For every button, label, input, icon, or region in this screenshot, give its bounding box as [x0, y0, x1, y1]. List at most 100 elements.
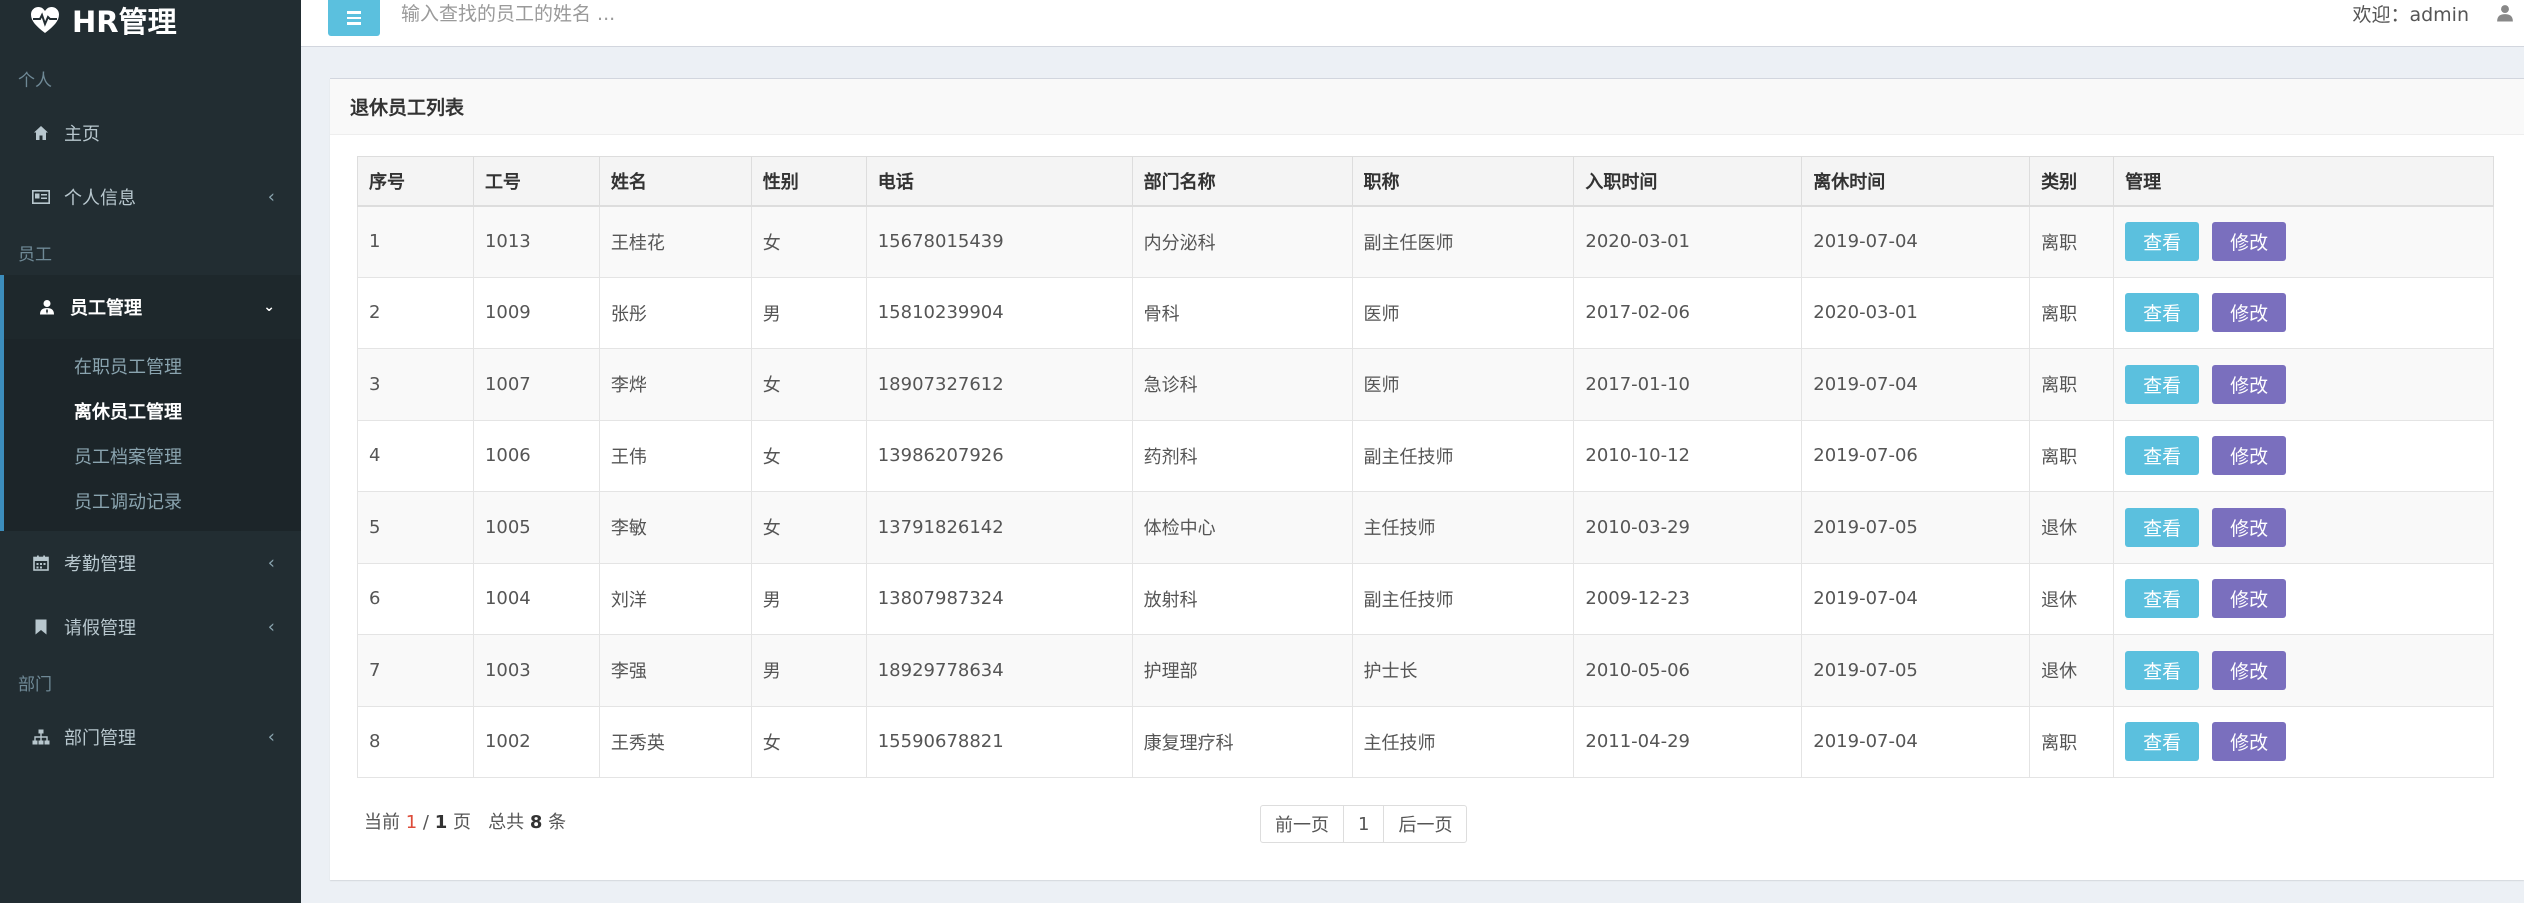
- view-button[interactable]: 查看: [2125, 222, 2200, 261]
- user-tie-icon: [38, 298, 56, 316]
- table-cell: 内分泌科: [1131, 205, 1353, 278]
- page-1-button[interactable]: 1: [1343, 805, 1385, 843]
- sidebar-item-personal-info[interactable]: 个人信息 ‹: [0, 165, 301, 229]
- table-cell: 2010-03-29: [1573, 491, 1803, 564]
- table-cell: 急诊科: [1131, 348, 1353, 421]
- view-button[interactable]: 查看: [2125, 722, 2200, 762]
- view-button[interactable]: 查看: [2125, 579, 2200, 619]
- table-cell: 2017-02-06: [1573, 276, 1803, 349]
- table-cell: 体检中心: [1131, 491, 1353, 564]
- table-cell: 15678015439: [865, 205, 1133, 278]
- view-button[interactable]: 查看: [2125, 364, 2200, 404]
- table-cell: 1007: [472, 348, 600, 421]
- column-header: 工号: [472, 156, 600, 207]
- edit-button[interactable]: 修改: [2212, 650, 2287, 690]
- column-header: 性别: [750, 156, 867, 207]
- table-cell: 2019-07-05: [1801, 634, 2031, 707]
- pager-separator: /: [422, 812, 429, 833]
- edit-button[interactable]: 修改: [2212, 579, 2287, 619]
- sitemap-icon: [32, 728, 50, 746]
- staff-submenu: 在职员工管理 离休员工管理 员工档案管理 员工调动记录: [0, 339, 301, 531]
- table-cell: 女: [750, 705, 867, 778]
- table-cell: 2: [357, 276, 474, 349]
- view-button[interactable]: 查看: [2125, 650, 2200, 690]
- view-button[interactable]: 查看: [2125, 293, 2200, 333]
- section-header-dept: 部门: [18, 674, 52, 695]
- column-header: 电话: [865, 156, 1133, 207]
- table-row: 6 1004 刘洋男 13807987324 放射科 副主任技师 2009-12-23 201…: [357, 562, 2494, 635]
- sidebar-item-label: 请假管理: [64, 618, 136, 639]
- sub-item-staff-archive[interactable]: 员工档案管理: [4, 433, 301, 478]
- edit-button[interactable]: 修改: [2212, 722, 2287, 762]
- table-cell: 刘洋: [598, 562, 752, 635]
- table-cell: 2019-07-04: [1801, 562, 2031, 635]
- actions-cell: 查看 修改: [2113, 562, 2494, 635]
- sidebar-item-home[interactable]: 主页: [0, 101, 301, 165]
- section-header-personal: 个人: [18, 70, 52, 91]
- sidebar-item-label: 员工管理: [70, 298, 142, 319]
- calendar-icon: [32, 554, 50, 572]
- table-cell: 13791826142: [865, 491, 1133, 564]
- table-cell: 2019-07-04: [1801, 348, 2031, 421]
- heartbeat-icon: [31, 7, 59, 33]
- pager-current-page: 1: [405, 812, 418, 833]
- view-button[interactable]: 查看: [2125, 507, 2200, 547]
- table-cell: 2019-07-04: [1801, 205, 2031, 278]
- sidebar-item-label: 主页: [64, 124, 100, 145]
- table-cell: 护理部: [1131, 634, 1353, 707]
- table-body: 1 1013 王桂花女 15678015439 内分泌科 副主任医师 2020-03-01 2…: [357, 205, 2494, 778]
- table-cell: 李烨: [598, 348, 752, 421]
- edit-button[interactable]: 修改: [2212, 293, 2287, 333]
- table-cell: 2009-12-23: [1573, 562, 1803, 635]
- next-page-button[interactable]: 后一页: [1383, 805, 1468, 843]
- app-logo[interactable]: HR管理: [0, 0, 301, 40]
- table-cell: 7: [357, 634, 474, 707]
- top-navbar: 欢迎：admin: [301, 0, 2524, 47]
- table-cell: 1004: [472, 562, 600, 635]
- table-cell: 13986207926: [865, 419, 1133, 492]
- sidebar-item-department[interactable]: 部门管理 ‹: [0, 705, 301, 769]
- chevron-left-icon: ‹: [267, 726, 275, 748]
- column-header: 类别: [2029, 156, 2115, 207]
- edit-button[interactable]: 修改: [2212, 507, 2287, 547]
- edit-button[interactable]: 修改: [2212, 222, 2287, 261]
- view-button[interactable]: 查看: [2125, 436, 2200, 476]
- table-cell: 离职: [2029, 419, 2115, 492]
- edit-button[interactable]: 修改: [2212, 364, 2287, 404]
- sub-item-transfer-records[interactable]: 员工调动记录: [4, 478, 301, 523]
- table-cell: 男: [750, 562, 867, 635]
- sidebar-item-attendance[interactable]: 考勤管理 ‹: [0, 531, 301, 595]
- table-cell: 1013: [472, 205, 600, 278]
- section-header-staff: 员工: [18, 244, 52, 265]
- table-cell: 王桂花: [598, 205, 752, 278]
- pager-count-word: 条: [548, 812, 567, 833]
- table-cell: 药剂科: [1131, 419, 1353, 492]
- sidebar-toggle-button[interactable]: [328, 0, 380, 36]
- id-card-icon: [32, 188, 50, 206]
- sub-item-retired-staff[interactable]: 离休员工管理: [4, 388, 301, 433]
- table-cell: 王秀英: [598, 705, 752, 778]
- table-cell: 2019-07-05: [1801, 491, 2031, 564]
- sub-item-active-staff[interactable]: 在职员工管理: [4, 343, 301, 388]
- sidebar-item-label: 个人信息: [64, 188, 136, 209]
- table-cell: 离职: [2029, 348, 2115, 421]
- table-row: 7 1003 李强男 18929778634 护理部 护士长 2010-05-06 2019-…: [357, 634, 2494, 707]
- search-input[interactable]: [401, 0, 1001, 28]
- prev-page-button[interactable]: 前一页: [1260, 805, 1344, 843]
- column-header: 序号: [357, 156, 474, 207]
- sidebar-item-leave[interactable]: 请假管理 ‹: [0, 595, 301, 659]
- table-cell: 18907327612: [865, 348, 1133, 421]
- pager-total-count: 8: [529, 812, 543, 833]
- column-header: 离休时间: [1801, 156, 2031, 207]
- edit-button[interactable]: 修改: [2212, 436, 2287, 476]
- table-cell: 离职: [2029, 276, 2115, 349]
- table-cell: 退休: [2029, 491, 2115, 564]
- user-icon[interactable]: [2496, 4, 2514, 22]
- table-cell: 副主任技师: [1351, 419, 1575, 492]
- sidebar-item-staff-management[interactable]: 员工管理 ⌄: [0, 275, 301, 339]
- table-row: 4 1006 王伟女 13986207926 药剂科 副主任技师 2010-10-12 201…: [357, 419, 2494, 492]
- table-row: 2 1009 张彤男 15810239904 骨科 医师 2017-02-06 2020-03…: [357, 276, 2494, 349]
- table-cell: 13807987324: [865, 562, 1133, 635]
- table-cell: 医师: [1351, 348, 1575, 421]
- pager-page-word: 页: [453, 812, 471, 833]
